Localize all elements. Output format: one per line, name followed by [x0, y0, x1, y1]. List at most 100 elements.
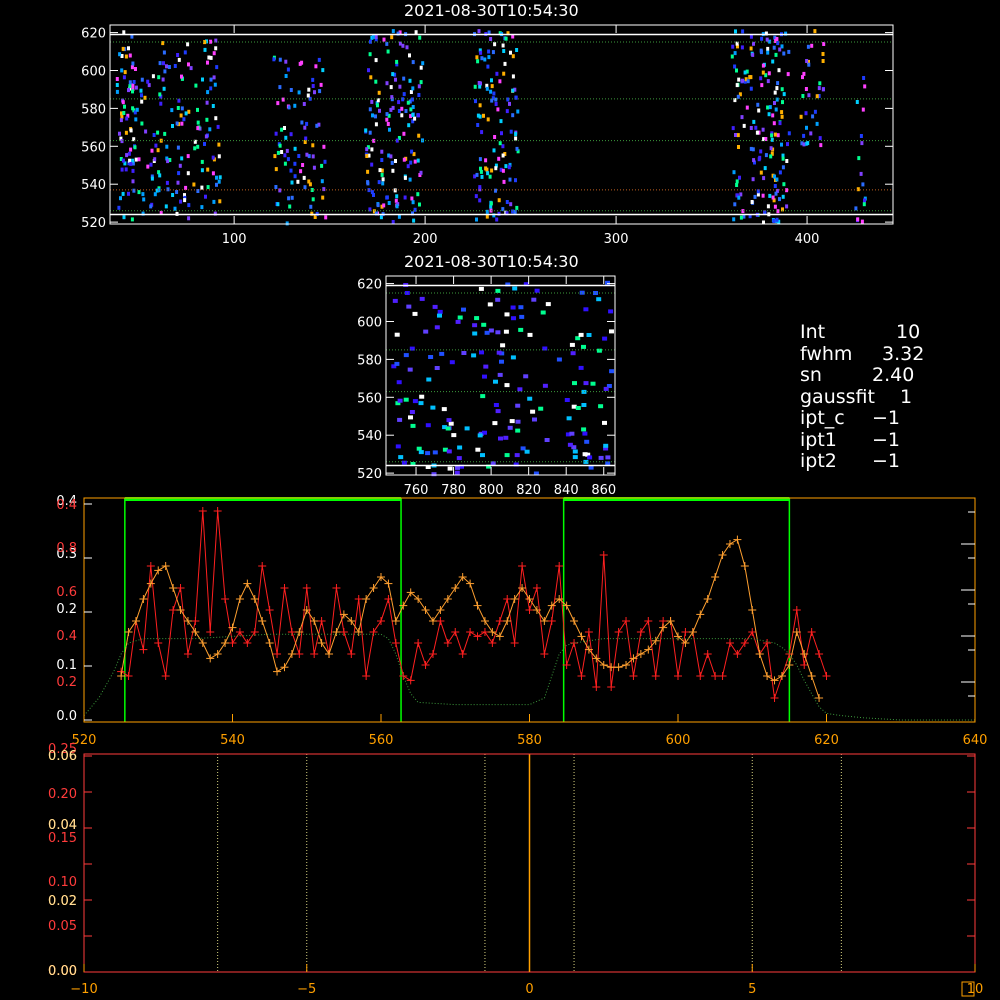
heatmap-pixel [218, 199, 222, 204]
heatmap-pixel [856, 187, 860, 192]
heatmap-pixel [365, 147, 369, 152]
heatmap-pixel [122, 111, 126, 115]
heatmap-pixel [402, 157, 406, 162]
heatmap-pixel [544, 438, 550, 442]
heatmap-pixel [511, 209, 515, 214]
y-tick-label: 0.05 [48, 919, 77, 934]
heatmap-pixel [480, 394, 486, 399]
heatmap-pixel [733, 202, 737, 207]
heatmap-pixel [158, 173, 162, 178]
heatmap-pixel [486, 171, 490, 176]
heatmap-pixel [382, 203, 386, 208]
heatmap-pixel [406, 304, 412, 309]
heatmap-pixel [605, 280, 610, 285]
heatmap-pixel [542, 383, 548, 388]
heatmap-pixel [765, 37, 769, 42]
heatmap-pixel [165, 64, 168, 69]
heatmap-pixel [768, 105, 772, 110]
heatmap-pixel [477, 433, 483, 438]
heatmap-pixel [121, 46, 125, 51]
info-line-fwhm: fwhm 3.32 [800, 342, 925, 365]
heatmap-pixel [134, 85, 138, 90]
heatmap-pixel [750, 200, 754, 204]
heatmap-pixel [402, 92, 406, 97]
heatmap-pixel [128, 84, 132, 89]
heatmap-pixel [500, 131, 503, 136]
heatmap-pixel [775, 177, 779, 182]
heatmap-pixel [127, 88, 130, 93]
heatmap-pixel [407, 123, 411, 128]
heatmap-pixel [314, 64, 318, 69]
heatmap-pixel [212, 51, 216, 56]
heatmap-pixel [276, 202, 280, 207]
heatmap-pixel [437, 309, 443, 314]
heatmap-pixel [378, 168, 382, 173]
heatmap-pixel [297, 90, 301, 95]
heatmap-pixel [734, 133, 737, 137]
heatmap-pixel [217, 142, 221, 147]
heatmap-pixel [206, 167, 210, 172]
heatmap-pixel [284, 74, 288, 78]
x-tick-label: 100 [222, 232, 247, 247]
heatmap-pixel [125, 153, 129, 158]
heatmap-pixel [471, 353, 477, 358]
heatmap-pixel [206, 90, 210, 95]
heatmap-pixel [278, 85, 282, 90]
heatmap-pixel [141, 192, 145, 197]
heatmap-pixel [184, 111, 188, 116]
y-tick-label: 0.0 [56, 709, 77, 724]
heatmap-pixel [369, 75, 373, 80]
heatmap-pixel [127, 191, 130, 196]
heatmap-pixel [742, 123, 746, 128]
heatmap-pixel [123, 70, 127, 75]
heatmap-pixel [780, 114, 784, 119]
heatmap-pixel [749, 86, 753, 91]
heatmap-pixel [431, 472, 437, 477]
heatmap-pixel [153, 192, 157, 197]
heatmap-pixel [751, 52, 755, 57]
heatmap-pixel [498, 141, 502, 146]
heatmap-pixel [280, 150, 284, 154]
heatmap-pixel [493, 42, 497, 47]
heatmap-pixel [754, 125, 758, 130]
heatmap-pixel [495, 217, 499, 222]
heatmap-pixel [478, 84, 482, 89]
heatmap-pixel [374, 35, 378, 39]
heatmap-pixel [511, 113, 515, 118]
heatmap-pixel [286, 157, 290, 162]
heatmap-pixel [736, 133, 740, 138]
heatmap-pixel [311, 84, 315, 88]
heatmap-pixel [307, 87, 311, 92]
heatmap-pixel [773, 204, 777, 209]
heatmap-pixel [809, 131, 813, 136]
heatmap-pixel [480, 453, 485, 458]
heatmap-pixel [821, 52, 825, 56]
heatmap-pixel [804, 87, 808, 91]
heatmap-pixel [411, 60, 415, 65]
heatmap-pixel [737, 77, 741, 82]
heatmap-pixel [740, 45, 744, 50]
heatmap-pixel [158, 92, 162, 97]
heatmap-pixel [759, 149, 763, 154]
heatmap-pixel [815, 121, 819, 126]
y-tick-label: 0.4 [56, 629, 77, 644]
heatmap-pixel [510, 355, 516, 360]
heatmap-pixel [477, 81, 481, 85]
heatmap-pixel [508, 101, 511, 106]
heatmap-pixel [211, 104, 215, 108]
heatmap-pixel [575, 406, 581, 410]
heatmap-pixel [370, 147, 374, 152]
heatmap-pixel [770, 133, 774, 138]
heatmap-pixel [862, 76, 866, 80]
heatmap-pixel [515, 403, 521, 408]
heatmap-pixel [187, 109, 191, 114]
heatmap-pixel [146, 164, 150, 169]
heatmap-pixel [503, 435, 509, 440]
heatmap-pixel [128, 80, 132, 85]
heatmap-pixel [284, 135, 288, 140]
heatmap-pixel [426, 377, 432, 382]
heatmap-pixel [410, 196, 414, 201]
heatmap-pixel [211, 171, 215, 176]
heatmap-pixel [511, 316, 516, 321]
heatmap-pixel [137, 157, 141, 162]
